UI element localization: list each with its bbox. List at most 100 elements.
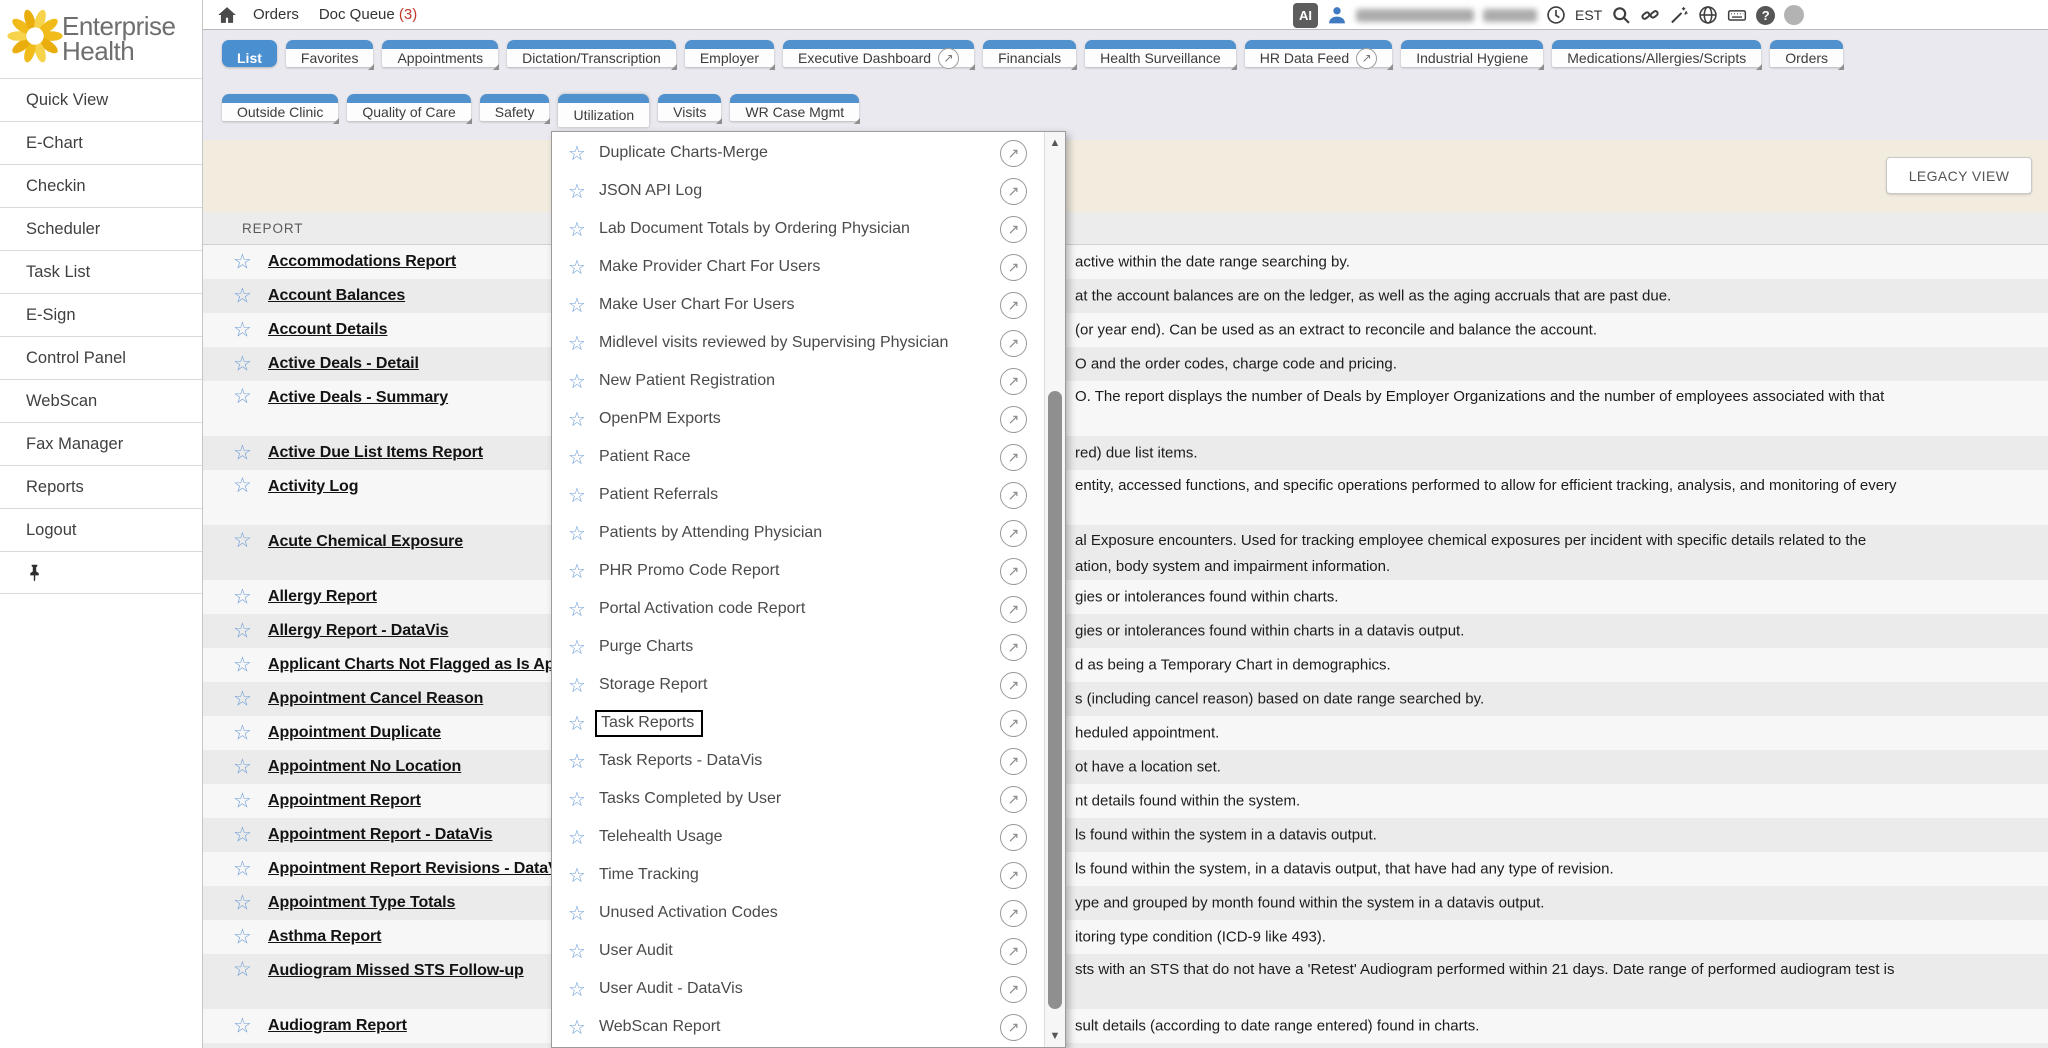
tab-list[interactable]: List bbox=[222, 40, 277, 67]
favorite-star-icon[interactable]: ☆ bbox=[233, 655, 252, 676]
report-link-account-details[interactable]: Account Details bbox=[268, 321, 387, 339]
favorite-star-icon[interactable]: ☆ bbox=[233, 252, 252, 273]
report-link-active-deals-summary[interactable]: Active Deals - Summary bbox=[268, 389, 448, 407]
orders-link[interactable]: Orders bbox=[253, 6, 299, 23]
dropdown-item-openpm-exports[interactable]: ☆OpenPM Exports↗ bbox=[552, 400, 1043, 438]
dropdown-item-patient-race[interactable]: ☆Patient Race↗ bbox=[552, 438, 1043, 476]
favorite-star-icon[interactable]: ☆ bbox=[568, 559, 586, 584]
report-link-appointment-report-datavis[interactable]: Appointment Report - DataVis bbox=[268, 826, 492, 844]
open-report-arrow-icon[interactable]: ↗ bbox=[1000, 1014, 1027, 1041]
dropdown-item-duplicate-charts-merge[interactable]: ☆Duplicate Charts-Merge↗ bbox=[552, 134, 1043, 172]
tab-employer[interactable]: Employer bbox=[685, 40, 774, 67]
dropdown-item-tasks-completed-by-user[interactable]: ☆Tasks Completed by User↗ bbox=[552, 780, 1043, 818]
scrollbar-thumb[interactable] bbox=[1048, 391, 1062, 1009]
favorite-star-icon[interactable]: ☆ bbox=[233, 354, 252, 375]
open-report-arrow-icon[interactable]: ↗ bbox=[1000, 216, 1027, 243]
favorite-star-icon[interactable]: ☆ bbox=[568, 635, 586, 660]
report-link-audiogram-report[interactable]: Audiogram Report bbox=[268, 1017, 407, 1035]
favorite-star-icon[interactable]: ☆ bbox=[233, 386, 252, 407]
favorite-star-icon[interactable]: ☆ bbox=[568, 711, 586, 736]
sidebar-pin-row[interactable] bbox=[0, 551, 202, 594]
report-link-active-deals-detail[interactable]: Active Deals - Detail bbox=[268, 355, 419, 373]
dropdown-item-make-provider-chart-for-users[interactable]: ☆Make Provider Chart For Users↗ bbox=[552, 248, 1043, 286]
scroll-down-icon[interactable]: ▼ bbox=[1045, 1030, 1065, 1042]
dropdown-item-phr-promo-code-report[interactable]: ☆PHR Promo Code Report↗ bbox=[552, 552, 1043, 590]
favorite-star-icon[interactable]: ☆ bbox=[233, 475, 252, 496]
sidebar-item-fax-manager[interactable]: Fax Manager bbox=[0, 422, 202, 465]
open-report-arrow-icon[interactable]: ↗ bbox=[1000, 140, 1027, 167]
favorite-star-icon[interactable]: ☆ bbox=[233, 621, 252, 642]
favorite-star-icon[interactable]: ☆ bbox=[568, 1015, 586, 1040]
open-report-arrow-icon[interactable]: ↗ bbox=[1000, 786, 1027, 813]
tab-orders[interactable]: Orders bbox=[1770, 40, 1843, 67]
report-link-appointment-no-location[interactable]: Appointment No Location bbox=[268, 758, 461, 776]
dropdown-item-make-user-chart-for-users[interactable]: ☆Make User Chart For Users↗ bbox=[552, 286, 1043, 324]
report-link-appointment-cancel-reason[interactable]: Appointment Cancel Reason bbox=[268, 690, 483, 708]
open-report-arrow-icon[interactable]: ↗ bbox=[1000, 292, 1027, 319]
favorite-star-icon[interactable]: ☆ bbox=[233, 757, 252, 778]
dropdown-item-purge-charts[interactable]: ☆Purge Charts↗ bbox=[552, 628, 1043, 666]
tab-executive-dashboard[interactable]: Executive Dashboard↗ bbox=[783, 40, 974, 67]
link-icon[interactable] bbox=[1640, 5, 1660, 25]
clock-icon[interactable] bbox=[1546, 5, 1566, 25]
favorite-star-icon[interactable]: ☆ bbox=[233, 859, 252, 880]
report-link-audiogram-missed-sts-follow-up[interactable]: Audiogram Missed STS Follow-up bbox=[268, 962, 524, 980]
sidebar-item-e-chart[interactable]: E-Chart bbox=[0, 121, 202, 164]
favorite-star-icon[interactable]: ☆ bbox=[568, 863, 586, 888]
report-link-appointment-report[interactable]: Appointment Report bbox=[268, 792, 421, 810]
open-report-arrow-icon[interactable]: ↗ bbox=[1000, 406, 1027, 433]
open-report-arrow-icon[interactable]: ↗ bbox=[1000, 748, 1027, 775]
report-link-asthma-report[interactable]: Asthma Report bbox=[268, 928, 381, 946]
report-link-accommodations-report[interactable]: Accommodations Report bbox=[268, 253, 456, 271]
dropdown-item-telehealth-usage[interactable]: ☆Telehealth Usage↗ bbox=[552, 818, 1043, 856]
open-report-arrow-icon[interactable]: ↗ bbox=[1000, 824, 1027, 851]
open-report-arrow-icon[interactable]: ↗ bbox=[1000, 254, 1027, 281]
favorite-star-icon[interactable]: ☆ bbox=[568, 445, 586, 470]
dropdown-item-json-api-log[interactable]: ☆JSON API Log↗ bbox=[552, 172, 1043, 210]
dropdown-item-user-audit-datavis[interactable]: ☆User Audit - DataVis↗ bbox=[552, 970, 1043, 1008]
favorite-star-icon[interactable]: ☆ bbox=[233, 1016, 252, 1037]
open-report-arrow-icon[interactable]: ↗ bbox=[1000, 976, 1027, 1003]
favorite-star-icon[interactable]: ☆ bbox=[568, 369, 586, 394]
sidebar-item-checkin[interactable]: Checkin bbox=[0, 164, 202, 207]
dropdown-item-user-audit[interactable]: ☆User Audit↗ bbox=[552, 932, 1043, 970]
favorite-star-icon[interactable]: ☆ bbox=[233, 959, 252, 980]
dropdown-item-storage-report[interactable]: ☆Storage Report↗ bbox=[552, 666, 1043, 704]
favorite-star-icon[interactable]: ☆ bbox=[568, 787, 586, 812]
tab-wr-case-mgmt[interactable]: WR Case Mgmt bbox=[730, 94, 859, 121]
report-link-acute-chemical-exposure[interactable]: Acute Chemical Exposure bbox=[268, 533, 463, 551]
report-link-appointment-report-revisions-datavis[interactable]: Appointment Report Revisions - DataVis bbox=[268, 860, 572, 878]
favorite-star-icon[interactable]: ☆ bbox=[233, 825, 252, 846]
dropdown-item-task-reports-datavis[interactable]: ☆Task Reports - DataVis↗ bbox=[552, 742, 1043, 780]
scroll-up-icon[interactable]: ▲ bbox=[1045, 137, 1065, 149]
tab-utilization[interactable]: Utilization bbox=[558, 94, 649, 127]
tab-medications-allergies-scripts[interactable]: Medications/Allergies/Scripts bbox=[1552, 40, 1761, 67]
status-dot-icon[interactable] bbox=[1784, 5, 1804, 25]
report-link-activity-log[interactable]: Activity Log bbox=[268, 478, 358, 496]
dropdown-item-portal-activation-code-report[interactable]: ☆Portal Activation code Report↗ bbox=[552, 590, 1043, 628]
open-report-arrow-icon[interactable]: ↗ bbox=[1000, 444, 1027, 471]
dropdown-item-new-patient-registration[interactable]: ☆New Patient Registration↗ bbox=[552, 362, 1043, 400]
favorite-star-icon[interactable]: ☆ bbox=[233, 791, 252, 812]
open-report-arrow-icon[interactable]: ↗ bbox=[1000, 330, 1027, 357]
report-link-appointment-type-totals[interactable]: Appointment Type Totals bbox=[268, 894, 455, 912]
report-link-appointment-duplicate[interactable]: Appointment Duplicate bbox=[268, 724, 441, 742]
tab-outside-clinic[interactable]: Outside Clinic bbox=[222, 94, 338, 121]
help-icon[interactable]: ? bbox=[1756, 6, 1775, 25]
sidebar-item-quick-view[interactable]: Quick View bbox=[0, 78, 202, 121]
globe-phone-icon[interactable] bbox=[1698, 5, 1718, 25]
doc-queue-link[interactable]: Doc Queue (3) bbox=[319, 6, 417, 23]
report-link-allergy-report[interactable]: Allergy Report bbox=[268, 588, 377, 606]
tab-appointments[interactable]: Appointments bbox=[382, 40, 498, 67]
favorite-star-icon[interactable]: ☆ bbox=[233, 893, 252, 914]
sidebar-item-task-list[interactable]: Task List bbox=[0, 250, 202, 293]
tab-financials[interactable]: Financials bbox=[983, 40, 1076, 67]
ai-badge[interactable]: AI bbox=[1293, 3, 1318, 28]
favorite-star-icon[interactable]: ☆ bbox=[568, 939, 586, 964]
favorite-star-icon[interactable]: ☆ bbox=[233, 530, 252, 551]
open-report-arrow-icon[interactable]: ↗ bbox=[1000, 558, 1027, 585]
favorite-star-icon[interactable]: ☆ bbox=[568, 255, 586, 280]
favorite-star-icon[interactable]: ☆ bbox=[568, 483, 586, 508]
favorite-star-icon[interactable]: ☆ bbox=[568, 977, 586, 1002]
dropdown-item-task-reports[interactable]: ☆Task Reports↗ bbox=[552, 704, 1043, 742]
